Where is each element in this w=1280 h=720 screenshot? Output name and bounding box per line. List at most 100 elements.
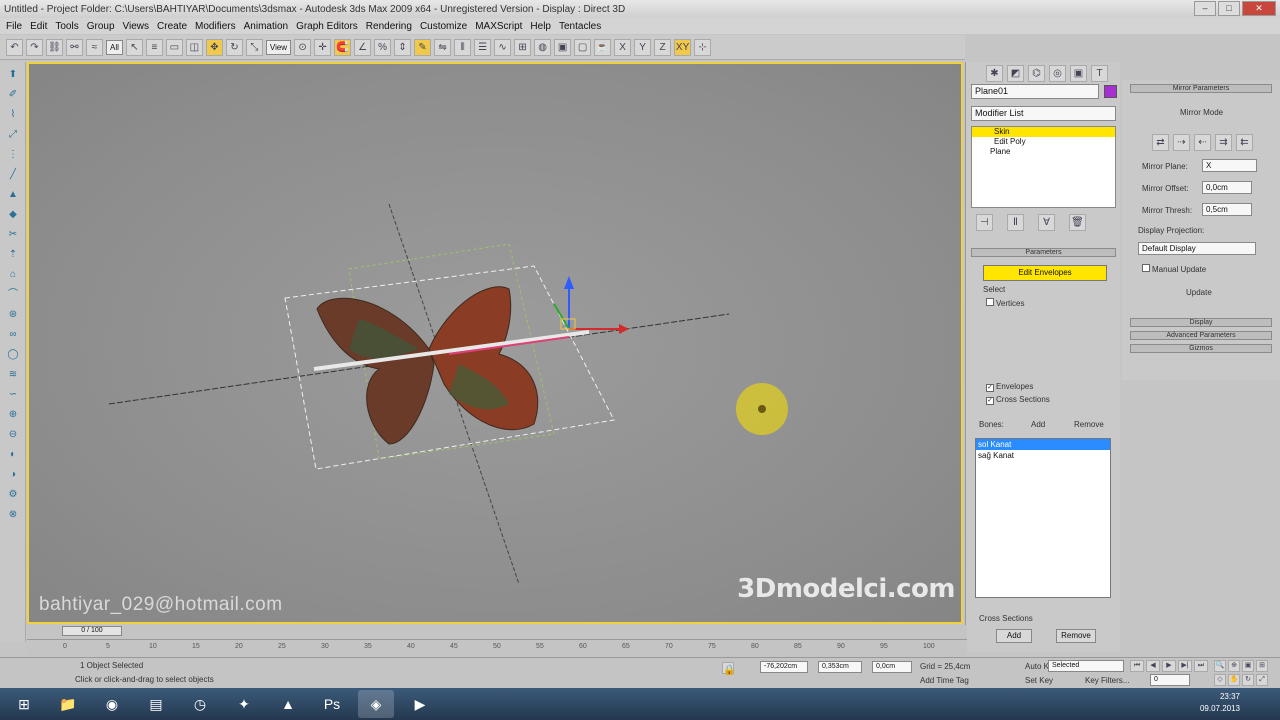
- start-button-icon[interactable]: ⊞: [6, 690, 42, 718]
- add-bone-button[interactable]: Add: [1031, 420, 1045, 429]
- play-icon[interactable]: ▶: [1162, 660, 1176, 672]
- bind-space-warp-icon[interactable]: ≈: [86, 38, 103, 56]
- remove-bone-button[interactable]: Remove: [1074, 420, 1104, 429]
- menu-graph-editors[interactable]: Graph Editors: [296, 21, 358, 32]
- bone-list-item[interactable]: sol Kanat: [976, 439, 1110, 450]
- cross-sections-checkbox[interactable]: ✓ Cross Sections: [986, 395, 1050, 405]
- mirror-plane-dropdown[interactable]: X: [1202, 159, 1257, 172]
- video-icon[interactable]: ▶: [402, 690, 438, 718]
- key-mode-dropdown[interactable]: Selected: [1048, 660, 1124, 672]
- mirror-mode-button[interactable]: Mirror Mode: [1180, 108, 1223, 117]
- advanced-parameters-rollout[interactable]: Advanced Parameters: [1130, 331, 1272, 340]
- paste-green-to-blue-icon[interactable]: ⇢: [1173, 134, 1190, 151]
- set-key-button[interactable]: Set Key: [1025, 676, 1053, 685]
- chrome-icon[interactable]: ◉: [94, 690, 130, 718]
- spinner-snap-icon[interactable]: ⇕: [394, 38, 412, 56]
- menu-create[interactable]: Create: [157, 21, 187, 32]
- minimize-button[interactable]: –: [1194, 1, 1216, 16]
- add-cross-section-button[interactable]: Add: [996, 629, 1032, 643]
- y-coordinate-field[interactable]: 0,353cm: [818, 661, 862, 673]
- tool-icon[interactable]: ✦: [226, 690, 262, 718]
- field-of-view-icon[interactable]: ◇: [1214, 674, 1226, 686]
- shrink-tool-icon[interactable]: ⊖: [5, 428, 21, 442]
- utilities-tab-icon[interactable]: T: [1091, 65, 1108, 82]
- ring-tool-icon[interactable]: ◯: [5, 348, 21, 362]
- object-name-field[interactable]: Plane01: [971, 84, 1099, 99]
- pivot-center-icon[interactable]: ⊙: [294, 38, 312, 56]
- vertices-checkbox[interactable]: Vertices: [986, 298, 1024, 308]
- bevel-tool-icon[interactable]: ⌂: [5, 268, 21, 282]
- edit-envelopes-button[interactable]: Edit Envelopes: [983, 265, 1107, 281]
- vertex-tool-icon[interactable]: ⋮: [5, 148, 21, 162]
- bone-list-item[interactable]: sağ Kanat: [976, 450, 1110, 461]
- gizmos-rollout[interactable]: Gizmos: [1130, 344, 1272, 353]
- unhide-tool-icon[interactable]: ◑: [5, 468, 21, 482]
- axis-constraint-icon[interactable]: ⊹: [694, 38, 712, 56]
- link-icon[interactable]: ⛓: [46, 38, 63, 56]
- extrude-tool-icon[interactable]: ⇡: [5, 248, 21, 262]
- create-tab-icon[interactable]: ✱: [986, 65, 1003, 82]
- select-move-icon[interactable]: ✥: [205, 38, 223, 56]
- window-crossing-icon[interactable]: ◫: [185, 38, 203, 56]
- zoom-extents-icon[interactable]: ▣: [1242, 660, 1254, 672]
- display-rollout[interactable]: Display: [1130, 318, 1272, 327]
- next-frame-icon[interactable]: ▶|: [1178, 660, 1192, 672]
- time-slider[interactable]: 0 / 100: [62, 626, 122, 636]
- zoom-all-icon[interactable]: ⊕: [1228, 660, 1240, 672]
- cut-tool-icon[interactable]: ✂: [5, 228, 21, 242]
- object-color-swatch[interactable]: [1104, 85, 1117, 98]
- lock-selection-icon[interactable]: 🔒: [722, 662, 735, 676]
- world-tool-icon[interactable]: ⊗: [5, 508, 21, 522]
- system-clock[interactable]: 23:37 09.07.2013: [1200, 691, 1240, 715]
- rectangle-select-icon[interactable]: ▭: [165, 38, 183, 56]
- menu-tentacles[interactable]: Tentacles: [559, 21, 601, 32]
- undo-icon[interactable]: ↶: [6, 38, 23, 56]
- add-time-tag-button[interactable]: Add Time Tag: [920, 676, 969, 685]
- menu-views[interactable]: Views: [123, 21, 150, 32]
- select-rotate-icon[interactable]: ↻: [225, 38, 243, 56]
- pin-stack-icon[interactable]: ⊣: [976, 214, 993, 231]
- mirror-paste-icon[interactable]: ⇄: [1152, 134, 1169, 151]
- paste-blue-to-green-icon[interactable]: ⇠: [1194, 134, 1211, 151]
- x-coordinate-field[interactable]: -76,202cm: [760, 661, 808, 673]
- mirror-icon[interactable]: ⇋: [434, 38, 452, 56]
- timeline-ruler[interactable]: 0 5 10 15 20 25 30 35 40 45 50 55 60 65 …: [27, 639, 967, 655]
- perspective-viewport[interactable]: bahtiyar_029@hotmail.com 3Dmodelci.com: [27, 62, 963, 624]
- maximize-viewport-icon[interactable]: ⤢: [1256, 674, 1268, 686]
- select-scale-icon[interactable]: ⤡: [245, 38, 263, 56]
- hierarchy-tab-icon[interactable]: ⌬: [1028, 65, 1045, 82]
- envelopes-check-box[interactable]: ✓: [986, 384, 994, 392]
- modify-tab-icon[interactable]: ◩: [1007, 65, 1024, 82]
- loop-tool-icon[interactable]: ∞: [5, 328, 21, 342]
- update-button[interactable]: Update: [1186, 288, 1212, 297]
- select-tool-icon[interactable]: ⬆: [5, 68, 21, 82]
- z-coordinate-field[interactable]: 0,0cm: [872, 661, 912, 673]
- element-tool-icon[interactable]: ◆: [5, 208, 21, 222]
- percent-snap-icon[interactable]: %: [374, 38, 392, 56]
- paste-bones-icon[interactable]: ⇉: [1215, 134, 1232, 151]
- make-unique-icon[interactable]: ∀: [1038, 214, 1055, 231]
- stack-item-plane[interactable]: Plane: [972, 147, 1115, 157]
- remove-cross-section-button[interactable]: Remove: [1056, 629, 1096, 643]
- stack-item-edit-poly[interactable]: Edit Poly: [972, 137, 1115, 147]
- current-frame-field[interactable]: 0: [1150, 674, 1190, 686]
- mirror-parameters-header[interactable]: Mirror Parameters: [1130, 84, 1272, 93]
- schematic-view-icon[interactable]: ⊞: [514, 38, 532, 56]
- menu-group[interactable]: Group: [87, 21, 115, 32]
- grow-tool-icon[interactable]: ⊕: [5, 408, 21, 422]
- pdf-icon[interactable]: ▲: [270, 690, 306, 718]
- restrict-xy-icon[interactable]: XY: [674, 38, 692, 56]
- vertices-check-box[interactable]: [986, 298, 994, 306]
- mirror-offset-field[interactable]: 0,0cm: [1202, 181, 1252, 194]
- parameters-rollout-header[interactable]: Parameters: [971, 248, 1116, 257]
- go-to-end-icon[interactable]: ⏭: [1194, 660, 1208, 672]
- photoshop-icon[interactable]: Ps: [314, 690, 350, 718]
- menu-help[interactable]: Help: [530, 21, 551, 32]
- modifier-list-dropdown[interactable]: Modifier List: [971, 106, 1116, 121]
- render-setup-icon[interactable]: ▣: [554, 38, 572, 56]
- paint-tool-icon[interactable]: ✐: [5, 88, 21, 102]
- manual-update-checkbox[interactable]: Manual Update: [1142, 264, 1206, 274]
- reference-coordinate-dropdown[interactable]: View: [265, 39, 292, 55]
- named-selection-icon[interactable]: ✎: [414, 38, 432, 56]
- snap-toggle-icon[interactable]: 🧲: [334, 38, 352, 56]
